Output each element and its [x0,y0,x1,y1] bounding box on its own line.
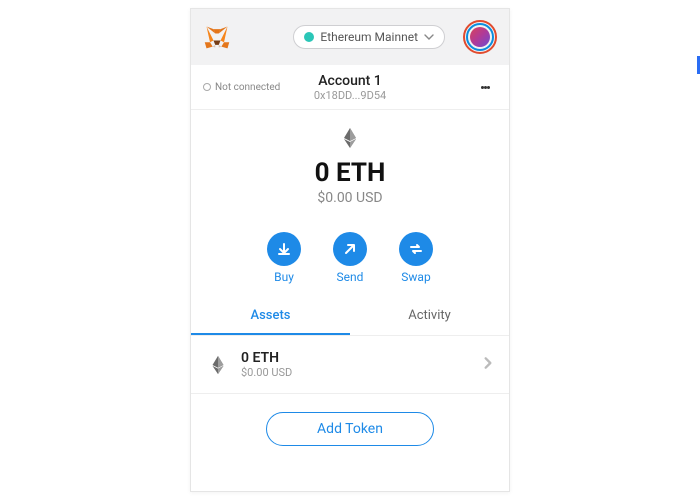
send-icon [333,232,367,266]
account-row: Not connected Account 1 0x18DD...9D54 [191,65,509,110]
swap-label: Swap [401,270,430,284]
balance-section: 0 ETH $0.00 USD [191,110,509,216]
asset-info: 0 ETH $0.00 USD [241,350,471,379]
asset-row[interactable]: 0 ETH $0.00 USD [191,336,509,394]
chevron-right-icon [483,355,493,374]
chevron-down-icon [424,32,434,42]
action-buttons: Buy Send Swap [191,232,509,284]
account-menu-button[interactable] [473,75,497,99]
account-name: Account 1 [314,73,386,89]
connection-status-icon [203,83,211,91]
add-token-section: Add Token [191,394,509,464]
connection-status[interactable]: Not connected [203,82,280,93]
add-token-button[interactable]: Add Token [266,412,434,446]
tabs: Assets Activity [191,298,509,336]
network-label: Ethereum Mainnet [320,30,418,44]
tab-assets[interactable]: Assets [191,298,350,335]
account-address: 0x18DD...9D54 [314,89,386,102]
ethereum-icon [338,126,362,150]
send-label: Send [337,270,364,284]
header-bar: Ethereum Mainnet [191,9,509,65]
balance-fiat: $0.00 USD [191,190,509,206]
connection-status-label: Not connected [215,82,280,93]
swap-button[interactable]: Swap [399,232,433,284]
avatar-ring-inner [466,23,494,51]
tab-activity[interactable]: Activity [350,298,509,335]
send-button[interactable]: Send [333,232,367,284]
buy-label: Buy [274,270,294,284]
balance-amount: 0 ETH [191,158,509,188]
network-selector[interactable]: Ethereum Mainnet [293,25,445,49]
asset-amount: 0 ETH [241,350,471,366]
asset-fiat: $0.00 USD [241,366,471,379]
account-identity[interactable]: Account 1 0x18DD...9D54 [314,73,386,102]
buy-icon [267,232,301,266]
network-status-dot-icon [304,32,314,42]
avatar-icon [470,27,490,47]
buy-button[interactable]: Buy [267,232,301,284]
swap-icon [399,232,433,266]
ethereum-icon [207,354,229,376]
metamask-fox-icon [203,23,231,51]
wallet-popup: Ethereum Mainnet Not connected Account 1… [190,8,510,492]
account-avatar-button[interactable] [463,20,497,54]
